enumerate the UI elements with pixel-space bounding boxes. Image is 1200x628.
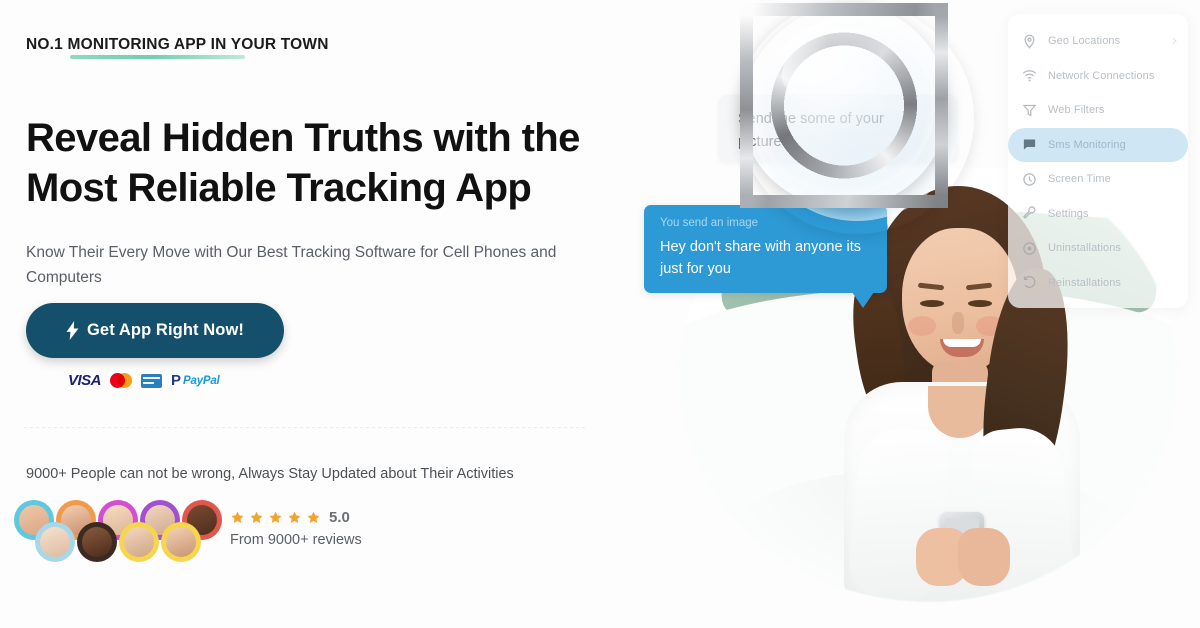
section-divider <box>24 427 586 428</box>
nose <box>952 312 964 334</box>
menu-item-settings[interactable]: Settings <box>1008 197 1188 232</box>
paypal-wordmark: PayPal <box>183 374 220 387</box>
rating-value: 5.0 <box>329 509 350 526</box>
avatar <box>119 522 159 562</box>
menu-item-web-filters[interactable]: Web Filters <box>1008 93 1188 128</box>
page-title: Reveal Hidden Truths with the Most Relia… <box>26 113 606 213</box>
star-icon <box>231 511 244 523</box>
menu-item-label: Uninstallations <box>1048 242 1122 255</box>
menu-item-label: Screen Time <box>1048 173 1111 186</box>
app-feature-menu: Geo Locations Network Connections Web Fi… <box>1008 14 1188 308</box>
lightning-bolt-icon <box>66 321 79 340</box>
eyebrow-underline <box>70 55 245 59</box>
hand-right <box>958 528 1010 586</box>
menu-item-label: Reinstallations <box>1048 276 1122 289</box>
menu-item-label: Network Connections <box>1048 69 1155 82</box>
undo-arrow-icon <box>1023 276 1036 289</box>
hero-banner: NO.1 MONITORING APP IN YOUR TOWN Reveal … <box>0 0 1200 628</box>
star-icon <box>250 511 263 523</box>
menu-item-network-connections[interactable]: Network Connections <box>1008 59 1188 94</box>
menu-item-label: Settings <box>1048 207 1089 220</box>
avatar <box>77 522 117 562</box>
menu-item-geo-locations[interactable]: Geo Locations <box>1008 24 1188 59</box>
left-content-column: NO.1 MONITORING APP IN YOUR TOWN Reveal … <box>0 0 620 628</box>
sent-message-meta: You send an image <box>660 217 759 229</box>
eye-left <box>920 300 944 307</box>
right-visual-column: Send me some of your pictures You send a… <box>620 0 1200 628</box>
menu-item-sms-monitoring[interactable]: Sms Monitoring <box>1008 127 1188 162</box>
mastercard-logo <box>110 373 133 388</box>
star-icon <box>288 511 301 523</box>
paypal-mark: P <box>171 372 182 389</box>
subheadline-text: Know Their Every Move with Our Best Trac… <box>26 243 557 286</box>
target-circle-icon <box>1023 242 1036 255</box>
menu-item-reinstallations[interactable]: Reinstallations <box>1008 266 1188 301</box>
blush-left <box>908 316 936 336</box>
star-icon <box>307 511 320 523</box>
eyebrow-wrapper: NO.1 MONITORING APP IN YOUR TOWN <box>26 36 329 59</box>
bubble-tail <box>852 292 874 308</box>
menu-item-label: Sms Monitoring <box>1048 138 1126 151</box>
received-message-text: Send me some of your pictures <box>738 111 884 150</box>
menu-item-label: Geo Locations <box>1048 35 1121 48</box>
visa-logo: VISA <box>68 372 102 389</box>
headline-line-1: Reveal Hidden Truths with the <box>26 115 580 160</box>
eye-right <box>968 300 992 307</box>
received-message-bubble: Send me some of your pictures <box>718 95 958 163</box>
wifi-icon <box>1022 70 1037 82</box>
menu-item-uninstallations[interactable]: Uninstallations <box>1008 231 1188 266</box>
card-logo <box>141 373 163 388</box>
avatar <box>35 522 75 562</box>
menu-item-screen-time[interactable]: Screen Time <box>1008 162 1188 197</box>
star-rating: 5.0 <box>230 509 362 526</box>
payment-methods: VISA P PayPal <box>68 372 220 389</box>
sent-message-text: Hey don't share with anyone its just for… <box>660 239 862 277</box>
sent-message-bubble: You send an image Hey don't share with a… <box>644 205 887 308</box>
get-app-button-label: Get App Right Now! <box>87 321 244 339</box>
reviewer-avatar-cluster <box>14 500 222 562</box>
eyebrow-text: NO.1 MONITORING APP IN YOUR TOWN <box>26 36 329 53</box>
paypal-logo: P PayPal <box>171 373 220 388</box>
menu-item-label: Web Filters <box>1048 104 1105 117</box>
filter-funnel-icon <box>1022 104 1037 117</box>
location-pin-icon <box>1024 34 1035 49</box>
star-icon <box>269 511 282 523</box>
avatar <box>161 522 201 562</box>
social-proof-headline: 9000+ People can not be wrong, Always St… <box>26 466 514 482</box>
chat-bubble-icon <box>1023 139 1036 150</box>
clock-icon <box>1023 173 1036 186</box>
chevron-right-icon <box>1172 37 1177 45</box>
rating-block: 5.0 From 9000+ reviews <box>230 509 362 548</box>
get-app-button[interactable]: Get App Right Now! <box>26 303 284 358</box>
wrench-icon <box>1022 206 1036 220</box>
reviews-count-text: From 9000+ reviews <box>230 532 362 548</box>
headline-line-2: Most Reliable Tracking App <box>26 165 532 210</box>
